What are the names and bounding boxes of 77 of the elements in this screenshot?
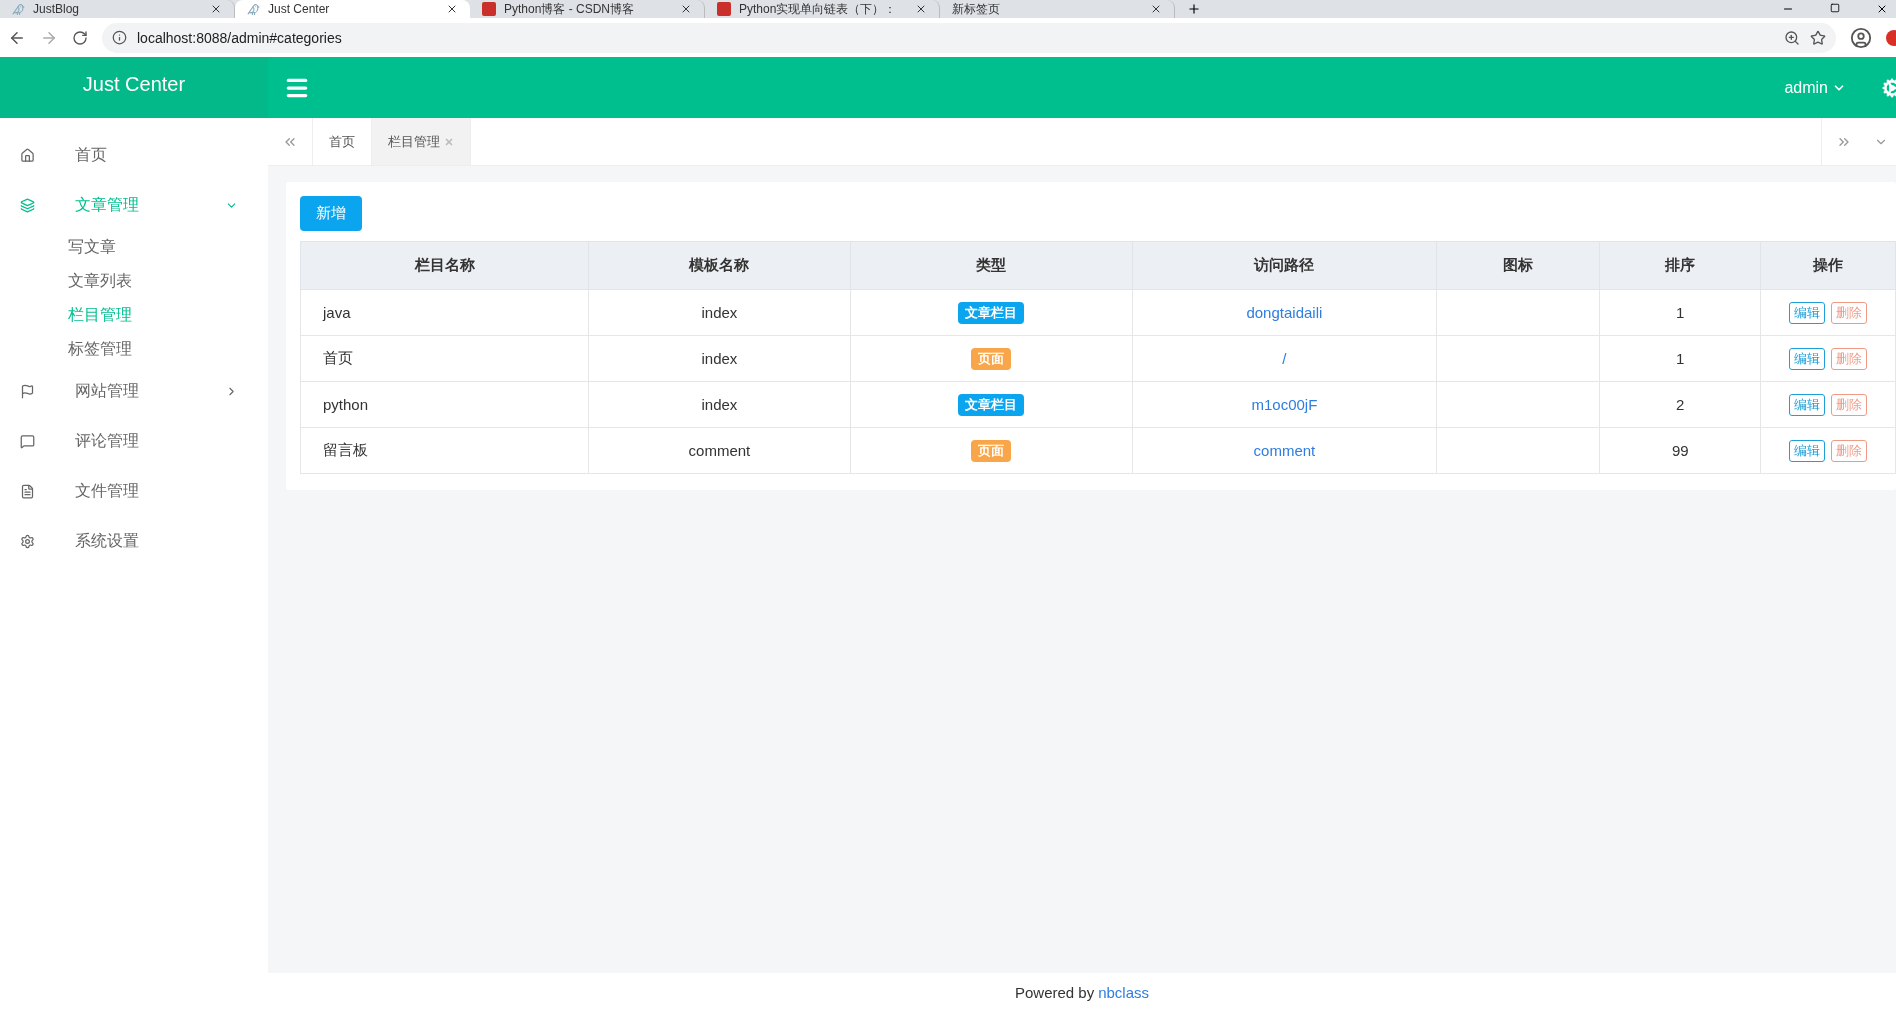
sidebar-item[interactable]: 系统设置 — [0, 516, 268, 566]
close-icon[interactable] — [446, 3, 458, 15]
table-cell: 2 — [1599, 381, 1761, 428]
new-tab-icon[interactable] — [1187, 2, 1201, 16]
column-header: 类型 — [850, 241, 1133, 290]
delete-button[interactable]: 删除 — [1831, 301, 1868, 324]
path-link[interactable]: comment — [1253, 442, 1316, 459]
sidebar-subitem[interactable]: 栏目管理 — [0, 298, 268, 332]
type-tag: 文章栏目 — [958, 393, 1025, 416]
column-header: 操作 — [1760, 241, 1896, 290]
delete-button[interactable]: 删除 — [1831, 347, 1868, 370]
sidebar-subitem[interactable]: 标签管理 — [0, 332, 268, 366]
footer-link[interactable]: nbclass — [1098, 984, 1150, 1001]
type-tag: 文章栏目 — [958, 301, 1025, 324]
reload-icon[interactable] — [72, 29, 88, 46]
info-icon — [112, 30, 127, 45]
table-cell: 99 — [1599, 427, 1761, 474]
path-link[interactable]: m1oc00jF — [1251, 396, 1318, 413]
table-cell: java — [300, 289, 589, 336]
document-icon — [20, 483, 35, 499]
close-icon[interactable] — [915, 3, 927, 15]
edit-button[interactable]: 编辑 — [1789, 439, 1826, 462]
comment-icon — [20, 433, 35, 449]
restore-icon[interactable] — [1830, 3, 1840, 13]
layers-icon — [20, 197, 35, 213]
home-icon — [20, 147, 35, 163]
path-link[interactable]: / — [1282, 350, 1287, 367]
page-tab[interactable]: 栏目管理 — [372, 118, 471, 165]
user-menu[interactable]: admin — [1778, 77, 1852, 98]
table-cell: index — [588, 381, 851, 428]
profile-icon[interactable] — [1850, 26, 1872, 49]
type-tag: 页面 — [971, 439, 1012, 462]
delete-button[interactable]: 删除 — [1831, 439, 1868, 462]
flag-icon — [20, 383, 35, 399]
column-header: 访问路径 — [1132, 241, 1437, 290]
close-icon[interactable] — [1876, 3, 1888, 15]
url-text: localhost:8088/admin#categories — [137, 29, 342, 46]
table-cell: python — [300, 381, 589, 428]
table-cell: 首页 — [300, 335, 589, 382]
column-header: 排序 — [1599, 241, 1761, 290]
footer-text: Powered by — [1014, 984, 1095, 1001]
sidebar-item[interactable]: 首页 — [0, 130, 268, 180]
table-cell: 留言板 — [300, 427, 589, 474]
bird-icon — [247, 2, 260, 16]
gear-icon — [20, 533, 35, 549]
sidebar-item[interactable]: 网站管理 — [0, 366, 268, 416]
close-icon[interactable] — [680, 3, 692, 15]
address-bar[interactable]: localhost:8088/admin#categories — [102, 22, 1836, 53]
sidebar-item[interactable]: 文章管理 — [0, 180, 268, 230]
edit-button[interactable]: 编辑 — [1789, 301, 1826, 324]
table-cell: index — [588, 335, 851, 382]
column-header: 模板名称 — [588, 241, 851, 290]
table-cell: index — [588, 289, 851, 336]
c-logo-icon — [717, 2, 731, 16]
sidebar-item[interactable]: 评论管理 — [0, 416, 268, 466]
sidebar-subitem[interactable]: 写文章 — [0, 230, 268, 264]
type-tag: 页面 — [971, 347, 1012, 370]
bird-icon — [12, 2, 25, 16]
table-cell: 1 — [1599, 289, 1761, 336]
column-header: 栏目名称 — [300, 241, 589, 290]
sidebar-item[interactable]: 文件管理 — [0, 466, 268, 516]
table-cell: comment — [588, 427, 851, 474]
close-icon[interactable] — [1150, 3, 1162, 15]
edit-button[interactable]: 编辑 — [1789, 347, 1826, 370]
path-link[interactable]: dongtaidaili — [1246, 304, 1323, 321]
column-header: 图标 — [1436, 241, 1600, 290]
table-cell: 1 — [1599, 335, 1761, 382]
edit-button[interactable]: 编辑 — [1789, 393, 1826, 416]
add-button[interactable]: 新增 — [300, 196, 362, 231]
close-icon[interactable] — [210, 3, 222, 15]
c-logo-icon — [482, 2, 496, 16]
star-icon[interactable] — [1810, 29, 1826, 46]
sidebar-subitem[interactable]: 文章列表 — [0, 264, 268, 298]
logo-text: Just Center — [82, 73, 186, 96]
delete-button[interactable]: 删除 — [1831, 393, 1868, 416]
zoom-icon[interactable] — [1784, 29, 1800, 46]
browser-tab[interactable]: Just Center — [235, 0, 470, 18]
